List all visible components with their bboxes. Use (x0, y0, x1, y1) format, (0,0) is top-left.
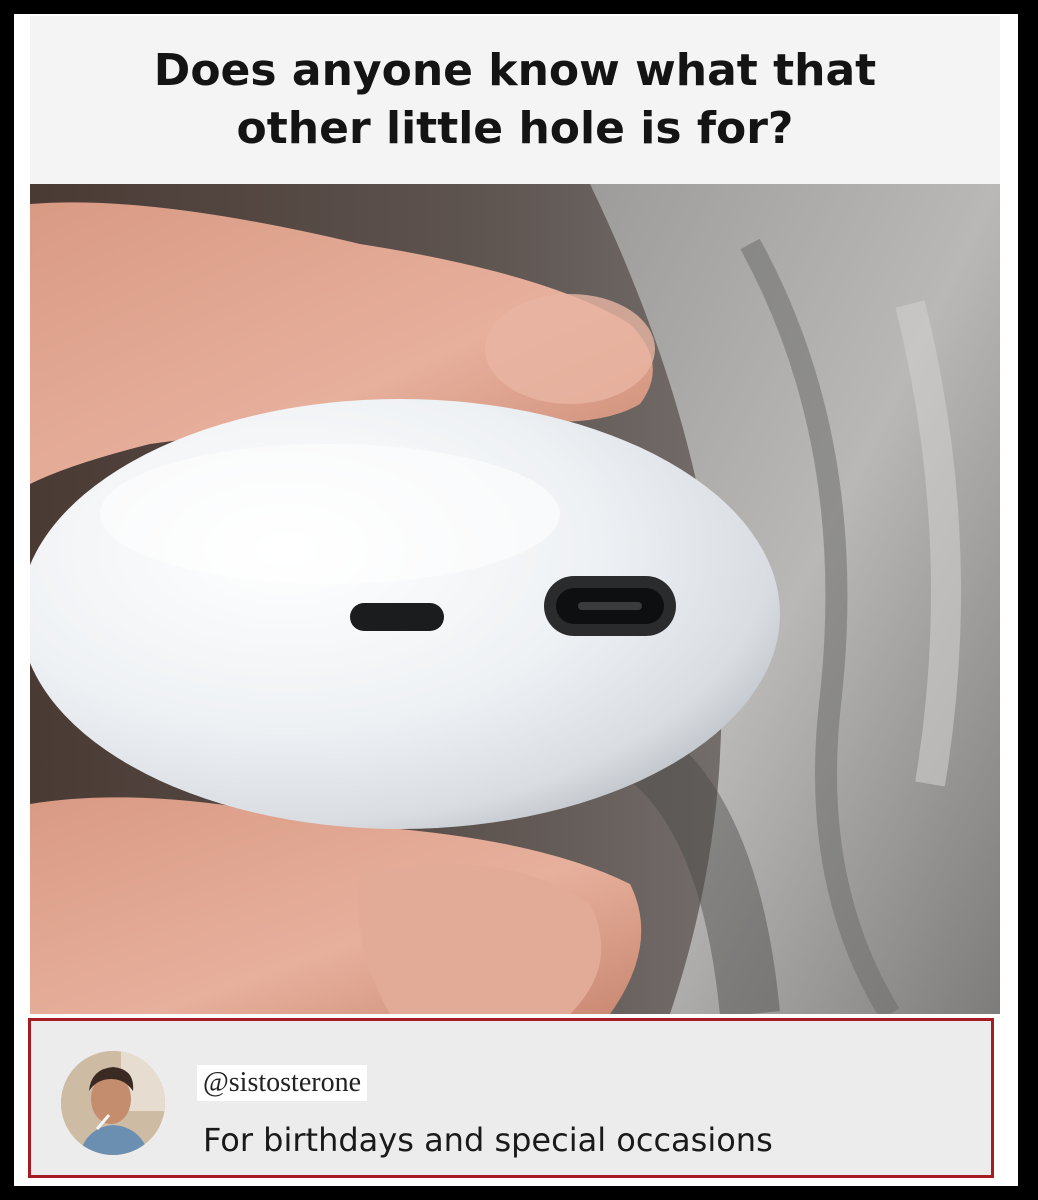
reply-handle[interactable]: @sistosterone (197, 1065, 367, 1101)
meme-frame: Does anyone know what that other little … (0, 0, 1038, 1200)
caption-title: Does anyone know what that other little … (153, 45, 877, 154)
meme-card: Does anyone know what that other little … (14, 14, 1018, 1186)
reply-text: For birthdays and special occasions (203, 1121, 773, 1159)
reply-card: @sistosterone For birthdays and special … (28, 1018, 994, 1178)
thumbnail-top (485, 294, 655, 404)
earbud-case-photo (30, 184, 1000, 1014)
small-hole-icon (350, 603, 444, 631)
caption-band: Does anyone know what that other little … (30, 16, 1000, 184)
avatar[interactable] (61, 1051, 165, 1155)
